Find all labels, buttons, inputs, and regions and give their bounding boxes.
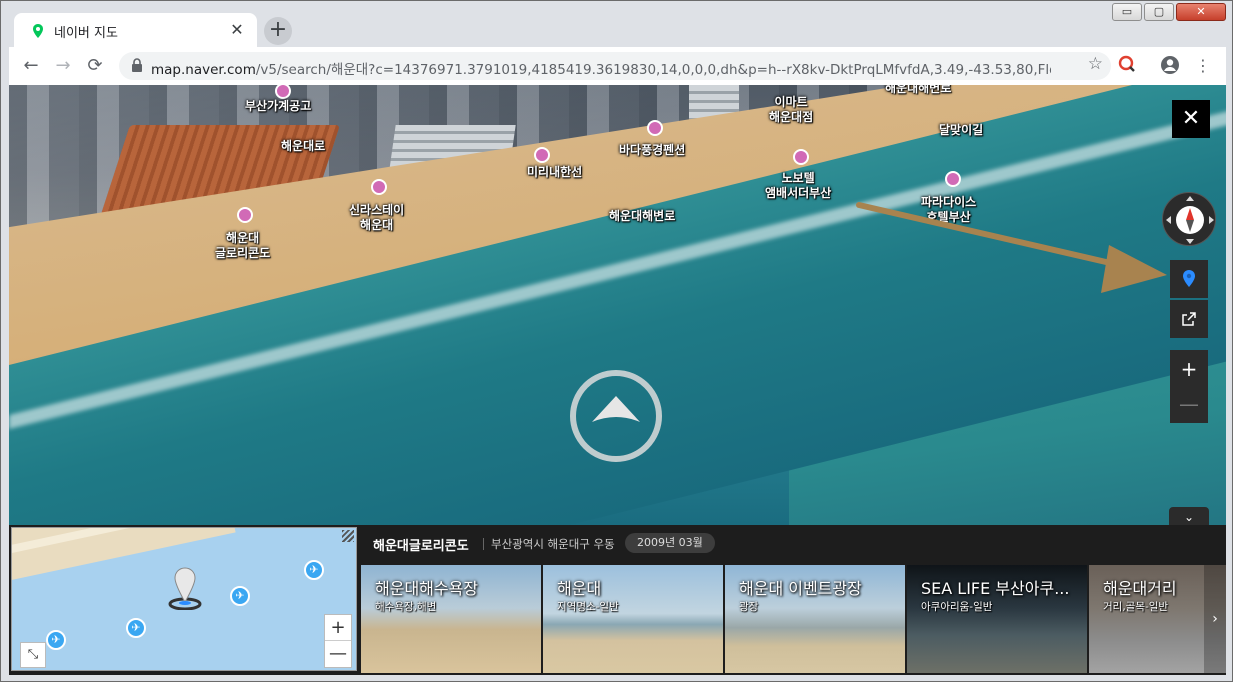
- place-address: 부산광역시 해운대구 우동: [491, 537, 615, 551]
- resize-handle-icon[interactable]: [342, 530, 354, 542]
- back-arrow-icon[interactable]: ←: [19, 54, 43, 78]
- naver-map-favicon-icon: [33, 24, 43, 38]
- extension-icon[interactable]: [1116, 55, 1138, 77]
- window-close-button[interactable]: ✕: [1176, 3, 1226, 21]
- location-pin-icon: [1183, 270, 1195, 287]
- poi-label[interactable]: 해운대해변로: [609, 209, 675, 224]
- card-category: 아쿠아리움-일반: [921, 601, 993, 613]
- current-position-pin-icon[interactable]: [168, 566, 202, 610]
- poi-label[interactable]: 미리내한선: [527, 165, 582, 180]
- tab-close-icon[interactable]: ✕: [227, 20, 247, 40]
- airport-icon[interactable]: ✈: [126, 618, 146, 638]
- card-title: 해운대 이벤트광장: [739, 579, 862, 598]
- card-title: 해운대해수욕장: [375, 579, 479, 598]
- poi-marker-icon[interactable]: [793, 149, 809, 165]
- close-panorama-button[interactable]: ✕: [1172, 100, 1210, 138]
- nearby-places-list: 해운대해수욕장 해수욕장,해변 해운대 지역명소-일반 해운대 이벤트광장 광장…: [361, 565, 1226, 673]
- new-tab-button[interactable]: +: [264, 17, 292, 45]
- poi-marker-icon[interactable]: [647, 120, 663, 136]
- up-arrow-icon: [592, 396, 640, 422]
- poi-label[interactable]: 노보텔 앰배서더부산: [765, 171, 831, 201]
- airport-icon[interactable]: ✈: [46, 630, 66, 650]
- card-category: 해수욕장,해변: [375, 601, 437, 613]
- poi-marker-icon[interactable]: [371, 179, 387, 195]
- reload-icon[interactable]: ⟳: [83, 54, 107, 78]
- card-title: 해운대거리: [1103, 579, 1177, 598]
- poi-marker-icon[interactable]: [945, 171, 961, 187]
- compass-icon: [1166, 196, 1214, 244]
- poi-label[interactable]: 파라다이스 호텔부산: [921, 195, 976, 225]
- url-path: /v5/search/해운대?c=14376971.3791019,418541…: [255, 62, 1051, 78]
- poi-marker-icon[interactable]: [534, 147, 550, 163]
- tab-strip: 네이버 지도 ✕ + ▭ ▢ ✕: [1, 1, 1232, 48]
- card-category: 지역명소-일반: [557, 601, 619, 613]
- info-panel: ✈ ✈ ✈ ✈ + — ⤡ 해운대글로리콘도 부산광역시 해운대구 우동 200…: [9, 525, 1226, 675]
- poi-label[interactable]: 해운대로: [281, 139, 325, 154]
- share-button[interactable]: [1170, 300, 1208, 338]
- bookmark-star-icon[interactable]: ☆: [1088, 54, 1103, 74]
- card-category: 광장: [739, 601, 759, 613]
- minimize-button[interactable]: ▭: [1112, 3, 1142, 21]
- airport-icon[interactable]: ✈: [304, 560, 324, 580]
- poi-label[interactable]: 해운대 글로리콘도: [215, 231, 270, 261]
- url-host: map.naver.com: [151, 62, 256, 78]
- maximize-button[interactable]: ▢: [1144, 3, 1174, 21]
- poi-label[interactable]: 신라스테이 해운대: [349, 203, 404, 233]
- lock-icon: [132, 58, 142, 72]
- tab-title: 네이버 지도: [54, 26, 118, 41]
- poi-label[interactable]: 이마트 해운대점: [769, 95, 813, 125]
- share-icon: [1182, 312, 1196, 326]
- zoom-in-button[interactable]: +: [1170, 350, 1208, 388]
- url-text[interactable]: map.naver.com/v5/search/해운대?c=14376971.3…: [151, 58, 1051, 78]
- minimap-zoom-control: + —: [324, 614, 352, 668]
- street-view-panorama[interactable]: 부산가계공고 해운대로 해운대 글로리콘도 신라스테이 해운대 미리내한선 바다…: [9, 85, 1226, 525]
- card-title: SEA LIFE 부산아쿠...: [921, 579, 1070, 598]
- poi-label[interactable]: 부산가계공고: [245, 99, 311, 114]
- browser-menu-icon[interactable]: ⋮: [1192, 55, 1214, 77]
- place-card[interactable]: 해운대 이벤트광장 광장: [725, 565, 905, 673]
- place-title: 해운대글로리콘도: [373, 539, 469, 554]
- poi-label[interactable]: 해운대해변로: [885, 85, 951, 96]
- move-forward-button[interactable]: [570, 370, 662, 462]
- place-card[interactable]: SEA LIFE 부산아쿠... 아쿠아리움-일반: [907, 565, 1087, 673]
- capture-date-selector[interactable]: 2009년 03월: [625, 533, 715, 553]
- place-card[interactable]: 해운대 지역명소-일반: [543, 565, 723, 673]
- divider: [483, 538, 484, 550]
- window-controls: ▭ ▢ ✕: [1112, 3, 1226, 21]
- location-pin-button[interactable]: [1170, 260, 1208, 298]
- browser-toolbar: ← → ⟳ map.naver.com/v5/search/해운대?c=1437…: [9, 47, 1226, 85]
- forward-arrow-icon[interactable]: →: [51, 54, 75, 78]
- profile-avatar-icon[interactable]: [1159, 55, 1181, 77]
- mini-map[interactable]: ✈ ✈ ✈ ✈ + — ⤡: [11, 527, 357, 671]
- place-card[interactable]: 해운대해수욕장 해수욕장,해변: [361, 565, 541, 673]
- zoom-out-button[interactable]: —: [1170, 385, 1208, 423]
- browser-window: 네이버 지도 ✕ + ▭ ▢ ✕ ← → ⟳ map.naver.com/v5/…: [0, 0, 1233, 682]
- airport-icon[interactable]: ✈: [230, 586, 250, 606]
- poi-label[interactable]: 바다풍경펜션: [619, 143, 685, 158]
- compass-control[interactable]: [1162, 192, 1216, 246]
- minimap-zoom-in-button[interactable]: +: [325, 615, 351, 641]
- cards-next-button[interactable]: ›: [1204, 565, 1226, 673]
- poi-label[interactable]: 달맞이길: [939, 123, 983, 138]
- minimap-expand-button[interactable]: ⤡: [20, 642, 46, 668]
- poi-marker-icon[interactable]: [237, 207, 253, 223]
- minimap-zoom-out-button[interactable]: —: [325, 641, 351, 667]
- tab-naver-map[interactable]: 네이버 지도 ✕: [14, 13, 257, 48]
- card-category: 거리,골목-일반: [1103, 601, 1169, 613]
- card-title: 해운대: [557, 579, 602, 598]
- collapse-info-button[interactable]: ⌄: [1169, 507, 1209, 525]
- address-bar[interactable]: map.naver.com/v5/search/해운대?c=14376971.3…: [119, 52, 1111, 80]
